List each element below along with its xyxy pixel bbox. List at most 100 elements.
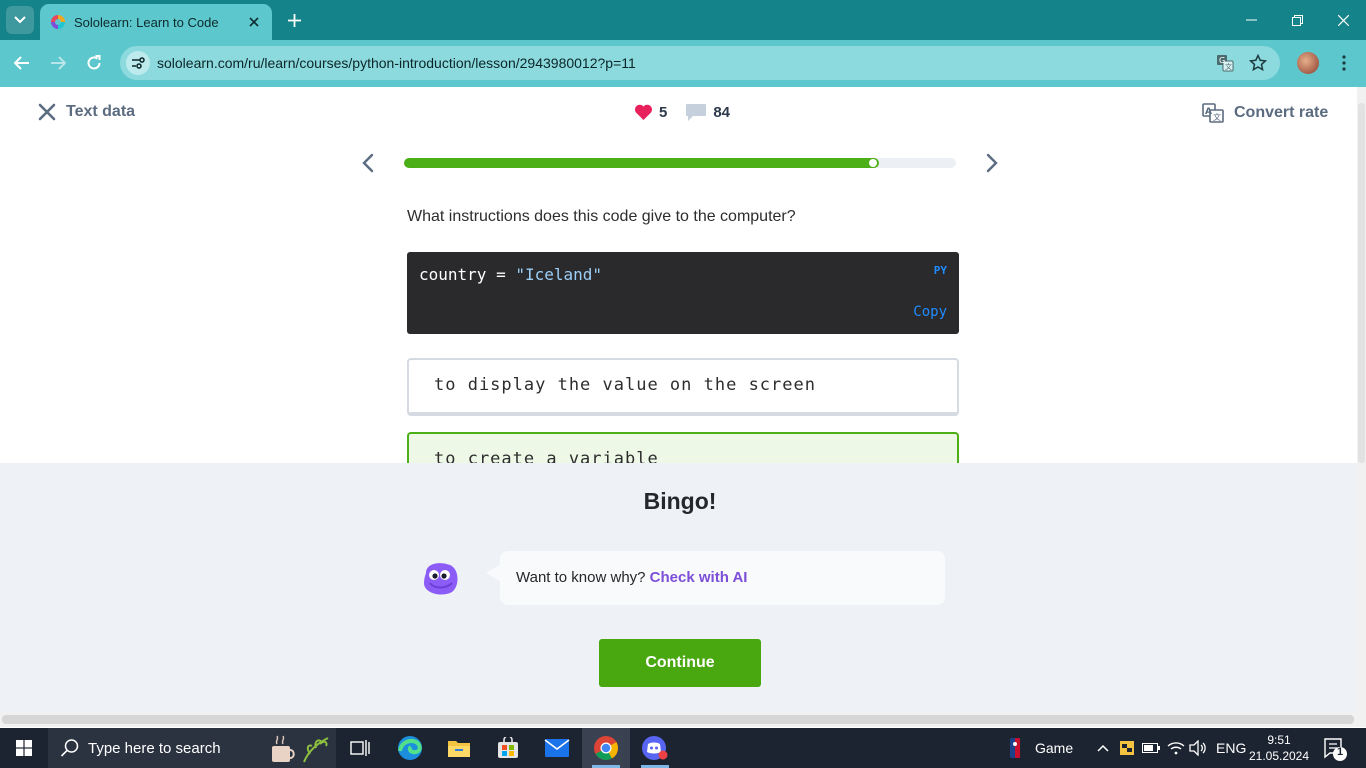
- feedback-title: Bingo!: [643, 488, 717, 514]
- profile-avatar[interactable]: [1297, 52, 1319, 74]
- notification-center-button[interactable]: 1: [1318, 736, 1348, 762]
- tab-title: Sololearn: Learn to Code: [74, 14, 219, 30]
- store-app[interactable]: [484, 728, 532, 768]
- translate-icon: G文: [1217, 55, 1234, 72]
- browser-tab-active[interactable]: Sololearn: Learn to Code: [40, 4, 272, 40]
- why-question: Want to know why?: [516, 569, 646, 586]
- edge-icon: [398, 736, 422, 760]
- tab-list-icon: [14, 16, 26, 24]
- show-hidden-icons-button[interactable]: [1094, 739, 1112, 757]
- input-language[interactable]: ENG: [1216, 740, 1246, 756]
- feedback-panel: Bingo! Want to know why? Check with AI C…: [0, 463, 1366, 713]
- forward-button[interactable]: [45, 50, 71, 76]
- hearts-count: 5: [659, 104, 668, 121]
- task-view-button[interactable]: [336, 728, 384, 768]
- answer-option[interactable]: to display the value on the screen: [407, 358, 959, 416]
- ai-hint-bubble: Want to know why? Check with AI: [486, 551, 945, 605]
- nba-icon: [1010, 738, 1020, 758]
- svg-text:文: 文: [1225, 62, 1232, 71]
- chrome-app[interactable]: [582, 728, 630, 768]
- vertical-scrollbar-thumb[interactable]: [1358, 103, 1365, 463]
- convert-rate-label: Convert rate: [1234, 104, 1329, 121]
- previous-slide-button[interactable]: [358, 151, 378, 175]
- next-slide-button[interactable]: [982, 151, 1002, 175]
- nba-tray-item[interactable]: [1006, 738, 1024, 758]
- code-variable: country: [419, 265, 487, 284]
- reload-button[interactable]: [81, 50, 107, 76]
- translate-page-icon: A文: [1202, 103, 1224, 123]
- convert-rate-button[interactable]: A文 Convert rate: [1202, 103, 1328, 123]
- search-highlight-decoration: [272, 735, 329, 763]
- bookmark-button[interactable]: [1249, 54, 1267, 72]
- browser-menu-button[interactable]: [1336, 52, 1352, 74]
- lesson-progress-bar: [404, 158, 956, 168]
- game-tray-label[interactable]: Game: [1035, 740, 1073, 756]
- windows-start-icon: [16, 740, 32, 756]
- back-icon: [14, 56, 29, 70]
- forward-icon: [51, 56, 66, 70]
- lesson-title: Text data: [66, 103, 136, 120]
- file-explorer-app[interactable]: [435, 728, 483, 768]
- system-clock[interactable]: 9:51 21.05.2024: [1246, 732, 1312, 764]
- comments-count: 84: [713, 104, 731, 121]
- address-bar[interactable]: sololearn.com/ru/learn/courses/python-in…: [120, 46, 1280, 80]
- discord-icon: [642, 736, 668, 760]
- wifi-icon: [1167, 742, 1185, 755]
- progress-row: [0, 149, 1366, 177]
- new-tab-button[interactable]: [282, 8, 306, 32]
- comments-button[interactable]: 84: [685, 103, 748, 122]
- battery-icon: [1142, 743, 1160, 753]
- new-tab-icon: [287, 13, 301, 27]
- taskbar-search-placeholder: Type here to search: [88, 740, 221, 757]
- store-icon: [498, 737, 518, 758]
- discord-app[interactable]: [631, 728, 679, 768]
- close-tab-button[interactable]: [246, 14, 262, 30]
- ai-hint-text: Want to know why? Check with AI: [516, 569, 747, 586]
- restore-icon: [1291, 14, 1303, 26]
- window-controls: [1228, 0, 1366, 40]
- tab-list-button[interactable]: [6, 6, 34, 34]
- code-language-badge: PY: [933, 264, 947, 277]
- restore-button[interactable]: [1274, 0, 1320, 40]
- lesson-progress-fill: [404, 158, 879, 168]
- horizontal-scrollbar-thumb[interactable]: [2, 715, 1354, 724]
- vpn-tray-item[interactable]: [1118, 739, 1136, 757]
- reload-icon: [87, 55, 101, 70]
- minimize-button[interactable]: [1228, 0, 1274, 40]
- mail-app[interactable]: [533, 728, 581, 768]
- site-info-button[interactable]: [126, 51, 150, 75]
- translate-button[interactable]: G文: [1216, 54, 1234, 72]
- copy-code-button[interactable]: Copy: [913, 304, 947, 320]
- close-window-button[interactable]: [1320, 0, 1366, 40]
- answer-option-text: to display the value on the screen: [434, 375, 816, 395]
- edge-app[interactable]: [386, 728, 434, 768]
- site-info-icon: [132, 57, 145, 69]
- svg-text:A: A: [1205, 107, 1212, 117]
- check-with-ai-link[interactable]: Check with AI: [650, 569, 748, 586]
- back-button[interactable]: [9, 50, 35, 76]
- comment-icon: [686, 104, 707, 121]
- notification-count: 1: [1336, 746, 1344, 758]
- search-icon: [60, 739, 79, 757]
- lesson-progress-knob: [869, 159, 877, 167]
- chevron-right-icon: [986, 153, 998, 173]
- close-lesson-button[interactable]: Text data: [38, 103, 135, 121]
- continue-button[interactable]: Continue: [599, 639, 761, 687]
- close-tab-icon: [249, 17, 259, 27]
- start-button[interactable]: [0, 728, 48, 768]
- windows-taskbar: Type here to search Game ENG 9:51 21.05.…: [0, 728, 1366, 768]
- battery-tray-item[interactable]: [1142, 739, 1160, 757]
- vertical-scrollbar[interactable]: [1357, 87, 1366, 712]
- sololearn-favicon: [51, 15, 65, 29]
- volume-tray-item[interactable]: [1189, 739, 1207, 757]
- mail-icon: [544, 739, 570, 757]
- chrome-icon: [594, 736, 618, 761]
- network-tray-item[interactable]: [1167, 739, 1185, 757]
- horizontal-scrollbar[interactable]: [0, 712, 1366, 727]
- vpn-shield-icon: [1120, 741, 1134, 755]
- url-text[interactable]: sololearn.com/ru/learn/courses/python-in…: [157, 55, 636, 71]
- code-block: country = "Iceland" PY Copy: [407, 252, 959, 334]
- question-text: What instructions does this code give to…: [407, 208, 796, 225]
- clock-date: 21.05.2024: [1248, 749, 1310, 763]
- file-explorer-icon: [448, 741, 470, 757]
